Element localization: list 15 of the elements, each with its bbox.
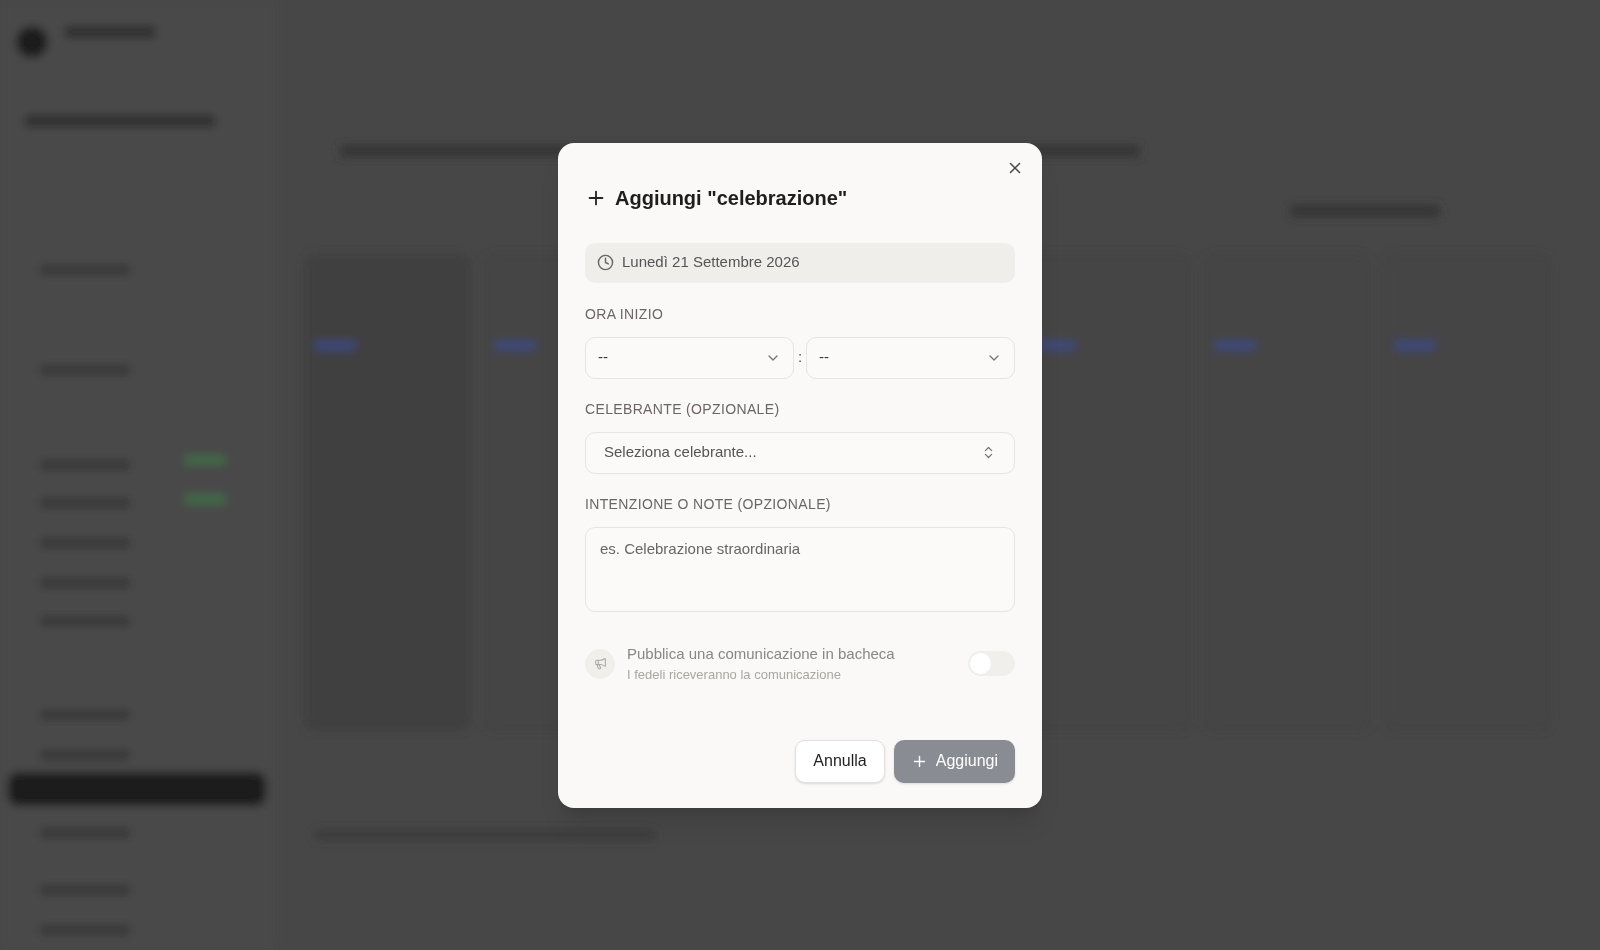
megaphone-icon	[585, 648, 615, 679]
clock-icon	[597, 254, 614, 271]
notes-label: INTENZIONE O NOTE (OPZIONALE)	[585, 494, 832, 514]
dialog-title: Aggiungi "celebrazione"	[615, 185, 848, 211]
date-text: Lunedì 21 Settembre 2026	[622, 252, 800, 273]
celebrant-label: CELEBRANTE (OPZIONALE)	[585, 399, 781, 419]
publish-title: Pubblica una comunicazione in bacheca	[627, 643, 896, 664]
cancel-button[interactable]: Annulla	[795, 739, 885, 783]
time-separator: :	[797, 347, 803, 368]
start-time-label: ORA INIZIO	[585, 304, 665, 324]
notes-field[interactable]: es. Celebrazione straordinaria	[585, 526, 1015, 612]
minute-select[interactable]: --	[806, 336, 1015, 379]
publish-subtitle: I fedeli riceveranno la comunicazione	[627, 666, 842, 684]
celebrant-select[interactable]: Seleziona celebrante...	[585, 431, 1015, 474]
hour-select[interactable]: --	[585, 336, 794, 379]
